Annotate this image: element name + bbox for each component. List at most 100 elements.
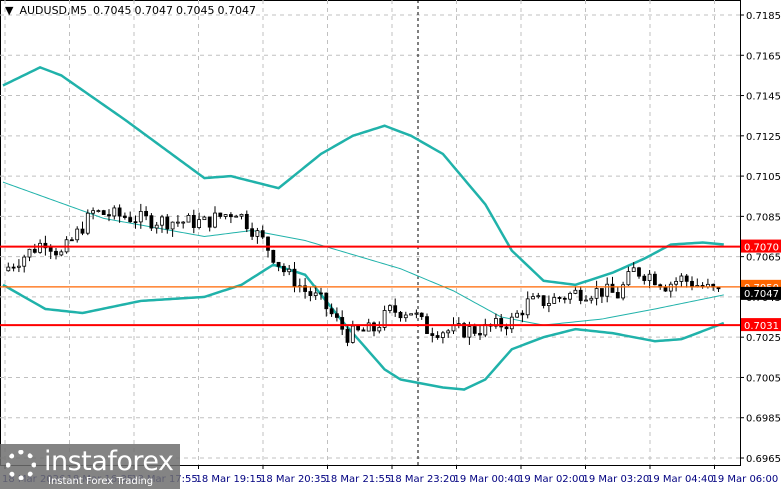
bull-candle (594, 288, 599, 299)
bull-candle (531, 296, 535, 300)
bull-candle (414, 312, 419, 315)
bear-candle (117, 207, 122, 217)
bear-candle (504, 326, 509, 330)
bear-candle (191, 215, 196, 228)
bull-candle (234, 215, 239, 218)
bear-candle (80, 228, 85, 234)
bear-candle (334, 313, 339, 318)
plot-frame (0, 0, 741, 466)
bear-candle (653, 273, 657, 286)
bull-candle (584, 299, 588, 302)
logo-tagline: Instant Forex Trading (48, 476, 154, 487)
bear-candle (218, 212, 223, 217)
bull-candle (255, 230, 260, 237)
bear-candle (562, 297, 567, 300)
bear-candle (32, 248, 37, 253)
bull-candle (387, 305, 392, 311)
collapse-triangle-icon[interactable]: ▼ (5, 4, 13, 17)
bear-candle (472, 326, 477, 334)
bear-candle (478, 333, 482, 336)
bear-candle (271, 249, 276, 263)
bear-candle (149, 215, 154, 229)
middle-moving-average (2, 181, 724, 326)
bull-candle (239, 213, 244, 217)
bull-candle (552, 297, 557, 304)
x-tick-label: 18 Mar 20:35 (260, 474, 327, 485)
bull-candle (313, 292, 318, 296)
price-level-label: 0.7070 (744, 243, 779, 254)
bear-candle (637, 267, 641, 277)
bull-candle (154, 224, 159, 229)
x-tick-label: 19 Mar 02:00 (518, 474, 585, 485)
bull-candle (536, 295, 541, 298)
bear-candle (578, 289, 583, 301)
bull-candle (202, 216, 207, 221)
bull-candle (175, 221, 180, 224)
bear-candle (541, 295, 546, 306)
x-tick-label: 19 Mar 00:40 (454, 474, 521, 485)
y-tick-label: 0.7025 (746, 333, 781, 344)
bear-candle (324, 292, 329, 310)
bull-candle (525, 298, 530, 316)
price-level-label: 0.7031 (744, 321, 779, 332)
bull-candle (197, 219, 202, 228)
bull-candle (112, 207, 117, 217)
bull-candle (287, 268, 292, 273)
y-tick-label: 0.7145 (746, 92, 781, 103)
bull-candle (186, 215, 191, 223)
x-tick-label: 18 Mar 19:15 (196, 474, 263, 485)
y-tick-label: 0.6965 (746, 454, 781, 465)
bull-candle (403, 314, 408, 319)
bear-candle (610, 283, 615, 293)
ohlc-high: 0.7047 (134, 4, 174, 17)
instaforex-logo: instaforex Instant Forex Trading (0, 444, 180, 489)
bull-candle (467, 326, 472, 338)
bear-candle (600, 288, 604, 297)
lower-bollinger-band (2, 263, 725, 391)
bull-candle (568, 292, 572, 300)
bear-candle (419, 312, 424, 318)
bull-candle (589, 297, 594, 301)
bear-candle (329, 308, 334, 315)
bear-candle (690, 280, 694, 288)
price-chart[interactable]: 0.7185 0.7165 0.7145 0.7125 0.7105 0.7085 0.70… (0, 0, 781, 489)
bull-candle (91, 210, 95, 214)
bull-candle (22, 256, 27, 267)
x-tick-label: 18 Mar 21:55 (325, 474, 392, 485)
bear-candle (615, 292, 620, 299)
x-tick-label: 18 Mar 23:20 (389, 474, 456, 485)
y-tick-label: 0.7065 (746, 253, 781, 264)
bear-candle (684, 275, 689, 282)
current-price-label: 0.7047 (744, 289, 779, 300)
bear-candle (557, 297, 562, 299)
bull-candle (181, 221, 186, 224)
bull-candle (223, 214, 228, 217)
bear-candle (266, 236, 270, 251)
bull-candle (631, 267, 636, 272)
bull-candle (16, 265, 21, 268)
bear-candle (393, 305, 398, 313)
bull-candle (213, 212, 217, 228)
bull-candle (674, 281, 678, 285)
y-tick-label: 0.7185 (746, 11, 781, 22)
bull-candle (27, 248, 32, 258)
y-tick-label: 0.7125 (746, 132, 781, 143)
bear-candle (435, 335, 440, 338)
bear-candle (144, 210, 149, 217)
bear-candle (430, 333, 435, 336)
bear-candle (292, 268, 297, 288)
ohlc-close: 0.7047 (217, 4, 257, 17)
gear-logo-icon (6, 450, 36, 480)
bull-candle (515, 312, 519, 318)
bear-candle (11, 266, 16, 269)
y-tick-label: 0.7105 (746, 172, 781, 183)
bear-candle (520, 312, 525, 316)
bull-candle (626, 271, 631, 286)
bull-candle (75, 228, 80, 241)
y-tick-label: 0.7085 (746, 212, 781, 223)
bear-candle (101, 210, 106, 216)
bear-candle (48, 247, 53, 252)
bear-candle (642, 275, 647, 281)
bull-candle (38, 242, 42, 253)
bear-candle (260, 230, 265, 238)
